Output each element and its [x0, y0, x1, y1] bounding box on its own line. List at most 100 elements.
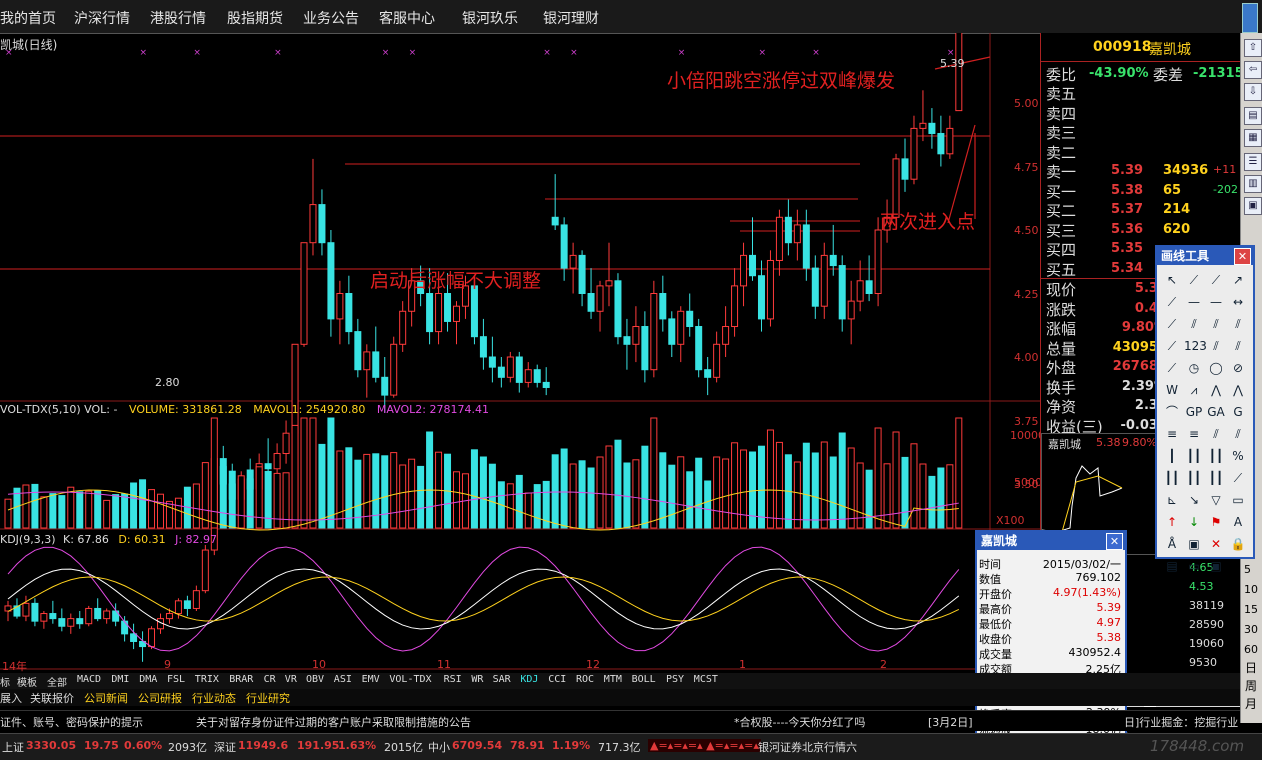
rect-icon[interactable]: ▭ — [1228, 490, 1248, 510]
indicator-tab[interactable]: EMV — [362, 674, 380, 685]
down-arrow-icon[interactable]: ↓ — [1184, 512, 1204, 532]
indicator-tab[interactable]: MTM — [604, 674, 622, 685]
indicator-tab[interactable]: 模板 — [17, 674, 37, 689]
sub-tab[interactable]: 公司研报 — [138, 690, 182, 706]
chart-icon[interactable]: ▤ — [1244, 107, 1262, 125]
stamp-icon[interactable]: ▣ — [1206, 556, 1226, 576]
toolbar-day[interactable]: 日 — [1245, 659, 1257, 676]
indicator-tab[interactable]: KDJ — [520, 674, 538, 685]
hseg-icon[interactable]: — — [1206, 292, 1226, 312]
wave-icon[interactable]: W — [1162, 380, 1182, 400]
indicator-tab[interactable]: BRAR — [229, 674, 253, 685]
flag-icon[interactable]: ⚑ — [1206, 512, 1226, 532]
menu-futures[interactable]: 股指期货 — [227, 8, 283, 28]
menu-joy[interactable]: 银河玖乐 — [462, 8, 518, 28]
down-icon[interactable]: ↘ — [1184, 490, 1204, 510]
book-buy-price-3[interactable]: 5.35 — [1111, 241, 1143, 256]
news-item-0[interactable]: 证件、账号、密码保护的提示 — [0, 714, 143, 730]
indicator-tab[interactable]: RSI — [444, 674, 462, 685]
parallel-2-icon[interactable]: ⫽ — [1228, 314, 1248, 334]
indicator-tab[interactable]: DMI — [111, 674, 129, 685]
menu-shsz[interactable]: 沪深行情 — [74, 8, 130, 28]
book-buy-price-4[interactable]: 5.34 — [1111, 261, 1143, 276]
arrow-left-icon[interactable]: ⇦ — [1244, 61, 1262, 79]
indicator-tab[interactable]: CCI — [548, 674, 566, 685]
speed-icon[interactable]: ⫽ — [1206, 424, 1226, 444]
up-arrow-icon[interactable]: ↑ — [1162, 512, 1182, 532]
arrow-down-icon[interactable]: ⇩ — [1244, 83, 1262, 101]
fib-2-icon[interactable]: ≡ — [1184, 424, 1204, 444]
indicator-tab[interactable]: BOLL — [632, 674, 656, 685]
indicator-tab[interactable]: VR — [285, 674, 297, 685]
menu-finance[interactable]: 银河理财 — [543, 8, 599, 28]
gray-box-icon[interactable]: ▣ — [1184, 534, 1204, 554]
sub-tab[interactable]: 行业动态 — [192, 690, 236, 706]
book-sell-price-4[interactable]: 5.39 — [1111, 163, 1143, 178]
news-item-2[interactable]: *合权股----今天你分红了吗 — [734, 714, 865, 730]
indicator-tab[interactable]: 全部 — [47, 674, 67, 689]
ray-icon[interactable]: ⟋ — [1206, 270, 1226, 290]
gc-icon[interactable]: G — [1228, 402, 1248, 422]
channel-icon[interactable]: ⫽ — [1184, 314, 1204, 334]
ruler-icon[interactable]: ▭ — [1184, 556, 1204, 576]
news-item-1[interactable]: 关于对留存身份证件过期的客户账户采取限制措施的公告 — [196, 714, 471, 730]
hline-icon[interactable]: — — [1184, 292, 1204, 312]
delete-icon[interactable]: ✕ — [1206, 534, 1226, 554]
price-chart[interactable]: × × × × × × × × × × × × — [0, 33, 1040, 673]
indicator-tab[interactable]: TRIX — [195, 674, 219, 685]
textbox-icon[interactable]: Å — [1162, 534, 1182, 554]
indicator-tab[interactable]: OBV — [306, 674, 324, 685]
golden-icon[interactable]: ⟋ — [1162, 336, 1182, 356]
vlines-icon[interactable]: ┃┃ — [1184, 446, 1204, 466]
menu-notice[interactable]: 业务公告 — [303, 8, 359, 28]
cycle-4-icon[interactable]: ⟋ — [1228, 468, 1248, 488]
ga-icon[interactable]: GA — [1206, 402, 1226, 422]
parallel-icon[interactable]: ⫽ — [1206, 314, 1226, 334]
indicator-tab[interactable]: MACD — [77, 674, 101, 685]
grid-icon[interactable]: ▦ — [1244, 129, 1262, 147]
indicator-tab[interactable]: DMA — [139, 674, 157, 685]
indicator-tab[interactable]: VOL-TDX — [389, 674, 431, 685]
indicator-tab[interactable]: SAR — [493, 674, 511, 685]
lock-icon[interactable]: 🔒 — [1228, 534, 1248, 554]
sub-tab[interactable]: 公司新闻 — [84, 690, 128, 706]
indicator-tab[interactable]: ASI — [334, 674, 352, 685]
close-icon[interactable]: ✕ — [1234, 248, 1251, 265]
text-icon[interactable]: A — [1228, 512, 1248, 532]
table-icon[interactable]: ▥ — [1244, 175, 1262, 193]
angle-icon[interactable]: ⊾ — [1162, 490, 1182, 510]
percent-icon[interactable]: % — [1228, 446, 1248, 466]
gp-icon[interactable]: GP — [1184, 402, 1204, 422]
fan-icon[interactable]: ⫽ — [1206, 336, 1226, 356]
trend-icon[interactable]: ⟋ — [1162, 314, 1182, 334]
sub-tab[interactable]: 行业研究 — [246, 690, 290, 706]
wave-4-icon[interactable]: ⋀ — [1228, 380, 1248, 400]
indicator-tab[interactable]: 标 — [0, 674, 10, 689]
no-icon[interactable]: ⊘ — [1228, 358, 1248, 378]
menu-home[interactable]: 我的首页 — [0, 8, 56, 28]
fib-icon[interactable]: ≡ — [1162, 424, 1182, 444]
cycle-icon[interactable]: ⟋ — [1162, 358, 1182, 378]
indicator-tab[interactable]: MCST — [694, 674, 718, 685]
indicator-tab[interactable]: WR — [471, 674, 483, 685]
hray-icon[interactable]: ↔ — [1228, 292, 1248, 312]
sub-tab[interactable]: 关联报价 — [30, 690, 74, 706]
toolbar-week[interactable]: 周 — [1245, 677, 1257, 694]
clock-icon[interactable]: ◷ — [1184, 358, 1204, 378]
list-icon[interactable]: ☰ — [1244, 153, 1262, 171]
cycle-2-icon[interactable]: ┃┃ — [1184, 468, 1204, 488]
wave-2-icon[interactable]: ⩘ — [1184, 380, 1204, 400]
speed-2-icon[interactable]: ⫽ — [1228, 424, 1248, 444]
news-item-3[interactable]: [3月2日] — [928, 714, 973, 730]
numbers-icon[interactable]: 123 — [1184, 336, 1207, 356]
window-control-button[interactable] — [1242, 3, 1258, 33]
vlines-2-icon[interactable]: ┃┃ — [1206, 446, 1226, 466]
line-icon[interactable]: ⟋ — [1184, 270, 1204, 290]
indicator-tab[interactable]: ROC — [576, 674, 594, 685]
menu-hk[interactable]: 港股行情 — [150, 8, 206, 28]
cycle-lines-icon[interactable]: ┃┃ — [1162, 468, 1182, 488]
arrow-line-icon[interactable]: ↗ — [1228, 270, 1248, 290]
menu-service[interactable]: 客服中心 — [379, 8, 435, 28]
arrow-up-icon[interactable]: ⇧ — [1244, 39, 1262, 57]
doc-icon[interactable]: ▣ — [1244, 197, 1262, 215]
